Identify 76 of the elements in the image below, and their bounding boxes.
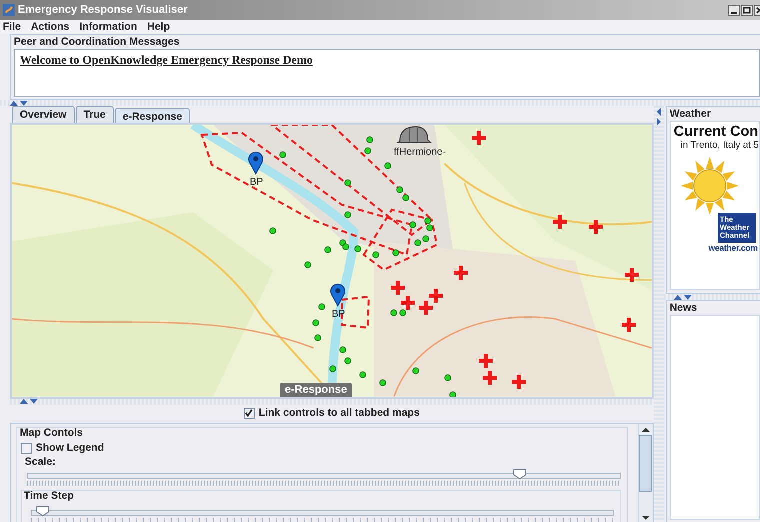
marker-label: BP [332, 309, 346, 320]
waypoint-dot [384, 162, 392, 170]
cross-icon[interactable] [625, 268, 639, 282]
waypoint-dot [344, 212, 352, 218]
cross-icon[interactable] [483, 371, 497, 385]
helmet-icon[interactable] [396, 126, 432, 146]
map-pin-icon[interactable] [330, 283, 346, 307]
waypoint-dot [366, 136, 374, 144]
expand-right-icon[interactable] [656, 118, 662, 126]
waypoint-dot [304, 262, 312, 268]
checkbox-label: Show Legend [36, 442, 104, 454]
group-title: Time Step [24, 490, 74, 502]
scale-slider[interactable] [27, 470, 621, 480]
marker-label: ffHermione- [394, 147, 446, 158]
expand-down-icon[interactable] [30, 399, 38, 404]
waypoint-dot [400, 310, 406, 316]
weather-link[interactable]: weather.com [708, 243, 758, 253]
slider-label: Scale: [25, 456, 56, 468]
cross-icon[interactable] [553, 215, 567, 229]
waypoint-dot [392, 250, 400, 256]
map-pin-icon[interactable] [248, 151, 264, 175]
waypoint-dot [330, 366, 336, 372]
weather-heading: Current Con [672, 123, 759, 140]
cross-icon[interactable] [589, 220, 603, 234]
checkbox[interactable] [244, 408, 255, 419]
checkbox-label: Link controls to all tabbed maps [258, 407, 420, 420]
waypoint-dot [324, 246, 332, 254]
waypoint-dot [314, 334, 322, 342]
cross-icon[interactable] [391, 281, 405, 295]
waypoint-dot [344, 180, 352, 186]
cross-icon[interactable] [454, 266, 468, 280]
cross-icon[interactable] [429, 289, 443, 303]
waypoint-dot [340, 346, 346, 354]
waypoint-dot [410, 222, 416, 228]
waypoint-dot [380, 380, 386, 386]
menu-item[interactable]: Help [147, 21, 170, 33]
time-step-slider[interactable] [31, 507, 614, 517]
window-title: Emergency Response Visualiser [18, 4, 189, 16]
scrollbar[interactable] [638, 424, 653, 522]
menu-item[interactable]: File [3, 21, 22, 33]
menu-item[interactable]: Actions [31, 21, 70, 33]
expand-up-icon[interactable] [10, 100, 18, 106]
waypoint-dot [312, 320, 320, 326]
cross-icon[interactable] [419, 301, 433, 315]
waypoint-dot [270, 228, 276, 234]
waypoint-dot [318, 304, 326, 310]
collapse-left-icon[interactable] [656, 108, 662, 116]
waypoint-dot [412, 368, 420, 374]
expand-up-icon[interactable] [20, 399, 28, 404]
cross-icon[interactable] [622, 318, 636, 332]
scroll-down-icon[interactable] [642, 515, 650, 521]
menu-item[interactable]: Information [80, 21, 138, 33]
waypoint-dot [360, 372, 366, 378]
weather-location: in Trento, Italy at 5 [680, 140, 759, 151]
checkbox[interactable] [21, 442, 32, 454]
map-tab[interactable]: Overview [12, 106, 75, 123]
cross-icon[interactable] [401, 296, 415, 310]
minimize-icon[interactable] [728, 4, 740, 16]
waypoint-dot [372, 252, 380, 258]
waypoint-dot [444, 374, 452, 382]
map-tab[interactable]: True [76, 106, 114, 123]
waypoint-dot [354, 246, 362, 252]
cross-icon[interactable] [472, 131, 486, 145]
cross-icon[interactable] [479, 354, 493, 368]
waypoint-dot [280, 152, 286, 158]
cross-icon[interactable] [512, 375, 526, 389]
map-overlay-label: e-Response [280, 382, 352, 397]
app-icon [3, 4, 15, 16]
group-title: Map Contols [20, 427, 83, 439]
marker-label: BP [250, 177, 264, 188]
waypoint-dot [390, 310, 398, 316]
map-tab[interactable]: e-Response [114, 108, 190, 123]
waypoint-dot [344, 358, 352, 364]
message-text: Welcome to OpenKnowledge Emergency Response Demo [20, 53, 314, 68]
scroll-up-icon[interactable] [642, 427, 650, 433]
waypoint-dot [364, 148, 372, 154]
